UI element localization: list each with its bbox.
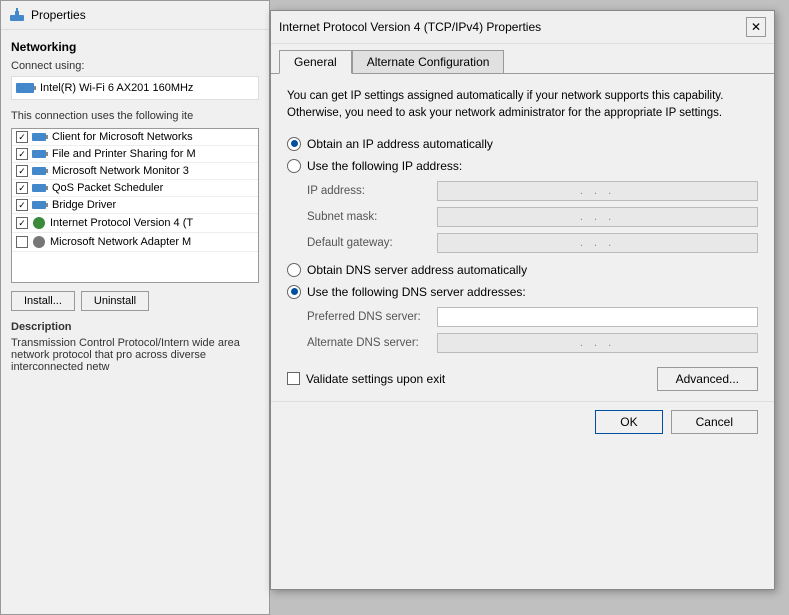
tab-general-label: General bbox=[294, 55, 337, 69]
adapter-name: Intel(R) Wi-Fi 6 AX201 160MHz bbox=[40, 82, 193, 94]
preferred-dns-row: Preferred DNS server: bbox=[307, 307, 758, 327]
item-label: Bridge Driver bbox=[52, 199, 116, 211]
component-icon bbox=[32, 199, 48, 211]
list-item[interactable]: Client for Microsoft Networks bbox=[12, 129, 258, 146]
ip-address-input[interactable] bbox=[437, 181, 758, 201]
component-icon bbox=[32, 182, 48, 194]
dns-fields-group: Preferred DNS server: Alternate DNS serv… bbox=[307, 307, 758, 353]
install-button[interactable]: Install... bbox=[11, 291, 75, 311]
obtain-ip-auto-label: Obtain an IP address automatically bbox=[307, 137, 493, 151]
validate-checkbox[interactable] bbox=[287, 372, 300, 385]
connection-uses-text: This connection uses the following ite bbox=[11, 110, 259, 122]
ip-address-label: IP address: bbox=[307, 185, 437, 197]
description-title: Description bbox=[11, 321, 259, 333]
use-following-dns-label: Use the following DNS server addresses: bbox=[307, 285, 526, 299]
item-checkbox[interactable] bbox=[16, 217, 28, 229]
item-checkbox[interactable] bbox=[16, 165, 28, 177]
item-checkbox[interactable] bbox=[16, 131, 28, 143]
advanced-button[interactable]: Advanced... bbox=[657, 367, 758, 391]
item-checkbox[interactable] bbox=[16, 182, 28, 194]
ip-fields-group: IP address: Subnet mask: Default gateway… bbox=[307, 181, 758, 253]
validate-label: Validate settings upon exit bbox=[306, 372, 445, 386]
use-following-dns-option[interactable]: Use the following DNS server addresses: bbox=[287, 285, 758, 299]
network-icon bbox=[9, 7, 25, 23]
item-label: QoS Packet Scheduler bbox=[52, 182, 163, 194]
tab-general[interactable]: General bbox=[279, 50, 352, 74]
list-item[interactable]: Microsoft Network Monitor 3 bbox=[12, 163, 258, 180]
cancel-button[interactable]: Cancel bbox=[671, 410, 758, 434]
dialog-body: General Alternate Configuration You can … bbox=[271, 44, 774, 442]
bg-titlebar: Properties bbox=[1, 1, 269, 30]
uninstall-button[interactable]: Uninstall bbox=[81, 291, 149, 311]
use-following-ip-label: Use the following IP address: bbox=[307, 159, 462, 173]
connect-using-label: Connect using: bbox=[11, 60, 259, 72]
protocol-icon bbox=[32, 216, 46, 230]
network-components-list: Client for Microsoft Networks File and P… bbox=[11, 128, 259, 283]
tab-alternate-label: Alternate Configuration bbox=[367, 55, 490, 69]
use-following-dns-radio[interactable] bbox=[287, 285, 301, 299]
obtain-ip-auto-radio[interactable] bbox=[287, 137, 301, 151]
description-section: Description Transmission Control Protoco… bbox=[11, 321, 259, 373]
default-gateway-input[interactable] bbox=[437, 233, 758, 253]
use-following-ip-radio[interactable] bbox=[287, 159, 301, 173]
adapter-icon bbox=[16, 81, 36, 95]
description-text: Transmission Control Protocol/Intern wid… bbox=[11, 337, 259, 373]
networking-label: Networking bbox=[11, 40, 259, 54]
ip-address-row: IP address: bbox=[307, 181, 758, 201]
obtain-ip-auto-option[interactable]: Obtain an IP address automatically bbox=[287, 137, 758, 151]
obtain-dns-auto-label: Obtain DNS server address automatically bbox=[307, 263, 527, 277]
ok-button[interactable]: OK bbox=[595, 410, 662, 434]
preferred-dns-label: Preferred DNS server: bbox=[307, 311, 437, 323]
tab-alternate-configuration[interactable]: Alternate Configuration bbox=[352, 50, 505, 73]
item-checkbox[interactable] bbox=[16, 148, 28, 160]
bg-window-title: Properties bbox=[31, 8, 86, 22]
item-label: Client for Microsoft Networks bbox=[52, 131, 193, 143]
list-item[interactable]: File and Printer Sharing for M bbox=[12, 146, 258, 163]
validate-row: Validate settings upon exit Advanced... bbox=[287, 367, 758, 391]
item-checkbox[interactable] bbox=[16, 236, 28, 248]
default-gateway-label: Default gateway: bbox=[307, 237, 437, 249]
subnet-mask-label: Subnet mask: bbox=[307, 211, 437, 223]
close-button[interactable]: ✕ bbox=[746, 17, 766, 37]
obtain-dns-auto-option[interactable]: Obtain DNS server address automatically bbox=[287, 263, 758, 277]
ipv4-properties-dialog: Internet Protocol Version 4 (TCP/IPv4) P… bbox=[270, 10, 775, 590]
dialog-ok-cancel-bar: OK Cancel bbox=[271, 401, 774, 442]
list-item[interactable]: Microsoft Network Adapter M bbox=[12, 233, 258, 252]
item-label: Microsoft Network Monitor 3 bbox=[52, 165, 189, 177]
background-properties-window: Properties Networking Connect using: Int… bbox=[0, 0, 270, 615]
bg-content-area: Networking Connect using: Intel(R) Wi-Fi… bbox=[1, 30, 269, 383]
item-label: Microsoft Network Adapter M bbox=[50, 236, 191, 248]
use-following-ip-option[interactable]: Use the following IP address: bbox=[287, 159, 758, 173]
item-checkbox[interactable] bbox=[16, 199, 28, 211]
subnet-mask-input[interactable] bbox=[437, 207, 758, 227]
component-icon bbox=[32, 165, 48, 177]
dialog-title: Internet Protocol Version 4 (TCP/IPv4) P… bbox=[279, 20, 541, 34]
component-icon bbox=[32, 148, 48, 160]
list-item[interactable]: Bridge Driver bbox=[12, 197, 258, 214]
dialog-titlebar: Internet Protocol Version 4 (TCP/IPv4) P… bbox=[271, 11, 774, 44]
tab-content-general: You can get IP settings assigned automat… bbox=[271, 74, 774, 401]
alternate-dns-input[interactable] bbox=[437, 333, 758, 353]
dns-section: Obtain DNS server address automatically … bbox=[287, 263, 758, 353]
install-uninstall-buttons: Install... Uninstall bbox=[11, 291, 259, 311]
default-gateway-row: Default gateway: bbox=[307, 233, 758, 253]
list-item[interactable]: QoS Packet Scheduler bbox=[12, 180, 258, 197]
preferred-dns-input[interactable] bbox=[437, 307, 758, 327]
item-label: File and Printer Sharing for M bbox=[52, 148, 196, 160]
subnet-mask-row: Subnet mask: bbox=[307, 207, 758, 227]
protocol-icon bbox=[32, 235, 46, 249]
alternate-dns-row: Alternate DNS server: bbox=[307, 333, 758, 353]
item-label: Internet Protocol Version 4 (T bbox=[50, 217, 193, 229]
obtain-dns-auto-radio[interactable] bbox=[287, 263, 301, 277]
info-text: You can get IP settings assigned automat… bbox=[287, 88, 758, 123]
alternate-dns-label: Alternate DNS server: bbox=[307, 337, 437, 349]
tab-bar: General Alternate Configuration bbox=[271, 44, 774, 74]
adapter-display: Intel(R) Wi-Fi 6 AX201 160MHz bbox=[11, 76, 259, 100]
list-item[interactable]: Internet Protocol Version 4 (T bbox=[12, 214, 258, 233]
component-icon bbox=[32, 131, 48, 143]
